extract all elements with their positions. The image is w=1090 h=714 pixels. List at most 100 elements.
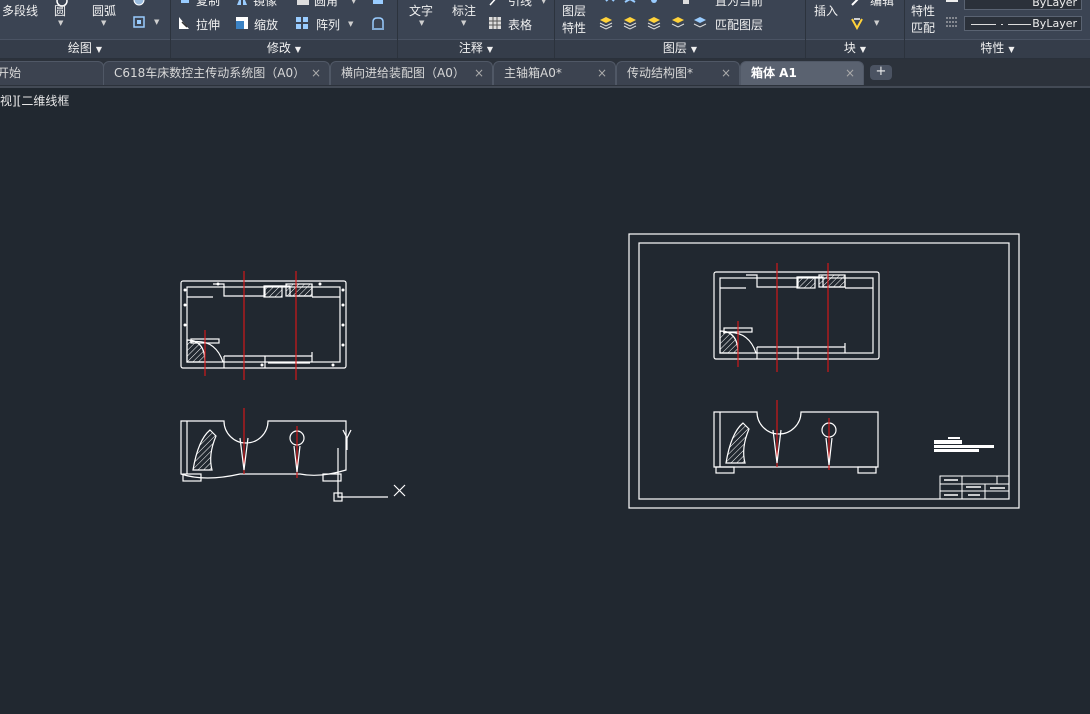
block-edit-icon — [851, 0, 859, 6]
leader-dropdown-icon[interactable]: ▼ — [541, 0, 546, 5]
array-dropdown-icon[interactable]: ▼ — [348, 20, 353, 28]
sheet-top-view[interactable] — [713, 263, 880, 372]
dimension-button[interactable]: 标注 — [452, 2, 476, 19]
block-edit-button[interactable]: 编辑 — [870, 0, 894, 9]
properties-panel-title[interactable]: 特性 ▼ — [905, 39, 1090, 58]
linetype-select-value: ByLayer — [1032, 17, 1077, 30]
block-panel-title[interactable]: 块 ▼ — [806, 39, 904, 58]
layer-lock-icon[interactable] — [679, 0, 693, 7]
new-tab-button[interactable]: + — [870, 65, 892, 80]
ribbon: 多段线 圆 ▼ 圆弧 ▼ ▼ 绘图 ▼ 复制 镜像 圆角 ▼ 拉伸 缩放 阵列 ▼… — [0, 0, 1090, 59]
color-select-value: ByLayer — [1032, 0, 1077, 9]
stretch-icon — [179, 17, 189, 29]
match-properties-button-line1[interactable]: 特性 — [911, 2, 935, 19]
polyline-button[interactable]: 多段线 — [2, 2, 38, 19]
panel-expand-icon: ▼ — [294, 45, 302, 54]
explode-icon[interactable] — [371, 0, 385, 7]
layers-panel: 图层 特性 置为当前 匹配图层 图层 ▼ — [555, 0, 806, 58]
match-layer-button[interactable]: 匹配图层 — [715, 16, 763, 33]
close-icon[interactable]: × — [311, 62, 321, 84]
arc-button[interactable]: 圆弧 — [92, 2, 116, 19]
layer-properties-button-line1[interactable]: 图层 — [562, 2, 586, 19]
panel-expand-icon: ▼ — [95, 45, 103, 54]
rectangle-icon[interactable] — [132, 15, 146, 29]
array-button[interactable]: 阵列 — [316, 16, 340, 33]
panel-expand-icon: ▼ — [690, 45, 698, 54]
block-attribute-icon[interactable] — [850, 16, 864, 30]
set-current-button[interactable]: 置为当前 — [715, 0, 763, 9]
copy-icon — [181, 0, 189, 3]
circle-button[interactable]: 圆 — [54, 2, 66, 19]
panel-expand-icon: ▼ — [1008, 45, 1015, 54]
layers-panel-title[interactable]: 图层 ▼ — [555, 39, 805, 58]
viewport-controls-label[interactable]: 视][二维线框 — [0, 92, 69, 109]
tab-transmission-structure[interactable]: 传动结构图* × — [616, 61, 740, 85]
array-icon — [296, 17, 308, 29]
tab-box-a1[interactable]: 箱体 A1 × — [740, 61, 864, 85]
model-top-view[interactable] — [180, 271, 347, 380]
stretch-button[interactable]: 拉伸 — [196, 16, 220, 33]
close-icon[interactable]: × — [474, 62, 484, 84]
block-attribute-dropdown-icon[interactable]: ▼ — [874, 19, 879, 27]
layer-properties-button-line2[interactable]: 特性 — [562, 19, 586, 36]
layer-freeze-icon[interactable] — [647, 0, 661, 7]
modify-panel: 复制 镜像 圆角 ▼ 拉伸 缩放 阵列 ▼ 修改 ▼ — [171, 0, 398, 58]
mirror-button[interactable]: 镜像 — [253, 0, 277, 9]
rectangle-dropdown-icon[interactable]: ▼ — [154, 18, 159, 26]
insert-button[interactable]: 插入 — [814, 2, 838, 19]
title-block[interactable] — [939, 475, 1010, 500]
fillet-button[interactable]: 圆角 — [314, 0, 338, 9]
tab-label: 主轴箱A0* — [504, 66, 562, 80]
tab-start[interactable]: 开始 — [0, 61, 104, 85]
draw-panel-title[interactable]: 绘图 ▼ — [0, 39, 170, 58]
close-icon[interactable]: × — [721, 62, 731, 84]
offset-icon[interactable] — [371, 16, 385, 30]
close-icon[interactable]: × — [845, 62, 855, 84]
file-tab-bar: 开始 C618车床数控主传动系统图（A0） × 横向进给装配图（A0） × 主轴… — [0, 59, 1090, 88]
table-button[interactable]: 表格 — [508, 16, 532, 33]
sheet-front-view[interactable] — [713, 400, 879, 474]
technical-notes-graphic — [934, 437, 994, 452]
text-button[interactable]: 文字 — [409, 2, 433, 19]
panel-expand-icon: ▼ — [859, 45, 867, 54]
scale-button[interactable]: 缩放 — [254, 16, 278, 33]
layer-isolate-icon[interactable] — [623, 0, 637, 7]
modify-panel-title[interactable]: 修改 ▼ — [171, 39, 397, 58]
gear-icon[interactable] — [132, 0, 146, 7]
tab-c618-main-drive[interactable]: C618车床数控主传动系统图（A0） × — [103, 61, 330, 85]
linetype-icon — [946, 17, 958, 27]
copy-button[interactable]: 复制 — [196, 0, 220, 9]
match-properties-button-line2[interactable]: 匹配 — [911, 19, 935, 36]
layer-walk-icon[interactable] — [647, 16, 661, 30]
close-icon[interactable]: × — [597, 62, 607, 84]
modify-panel-label: 修改 — [266, 41, 291, 55]
layer-previous-icon[interactable] — [623, 16, 637, 30]
arc-dropdown-icon[interactable]: ▼ — [101, 19, 106, 27]
layer-off-icon[interactable] — [603, 0, 617, 7]
tab-label: 箱体 A1 — [751, 66, 797, 80]
mirror-icon — [237, 0, 247, 5]
linetype-select[interactable]: ByLayer — [964, 16, 1082, 31]
text-dropdown-icon[interactable]: ▼ — [419, 19, 424, 27]
tab-spindle-box[interactable]: 主轴箱A0* × — [493, 61, 616, 85]
tab-cross-feed-assembly[interactable]: 横向进给装配图（A0） × — [330, 61, 493, 85]
circle-dropdown-icon[interactable]: ▼ — [58, 19, 63, 27]
draw-panel: 多段线 圆 ▼ 圆弧 ▼ ▼ 绘图 ▼ — [0, 0, 171, 58]
drawing-canvas[interactable] — [0, 88, 1090, 714]
color-select[interactable]: ByLayer — [964, 0, 1082, 10]
fillet-dropdown-icon[interactable]: ▼ — [351, 0, 356, 5]
layers-panel-label: 图层 — [662, 41, 687, 55]
fillet-icon — [297, 0, 309, 5]
tab-label: 传动结构图* — [627, 66, 694, 80]
panel-expand-icon: ▼ — [486, 45, 494, 54]
layer-unlock-icon[interactable] — [671, 16, 685, 30]
model-front-view[interactable] — [180, 408, 352, 482]
annotation-panel-title[interactable]: 注释 ▼ — [398, 39, 554, 58]
ucs-icon — [333, 448, 406, 502]
leader-button[interactable]: 引线 — [508, 0, 532, 9]
lineweight-icon — [946, 0, 958, 2]
dimension-dropdown-icon[interactable]: ▼ — [461, 19, 466, 27]
layer-state-icon[interactable] — [599, 16, 613, 30]
annotation-panel: 文字 ▼ 标注 ▼ 引线 ▼ 表格 注释 ▼ — [398, 0, 555, 58]
tab-label: C618车床数控主传动系统图（A0） — [114, 66, 306, 80]
